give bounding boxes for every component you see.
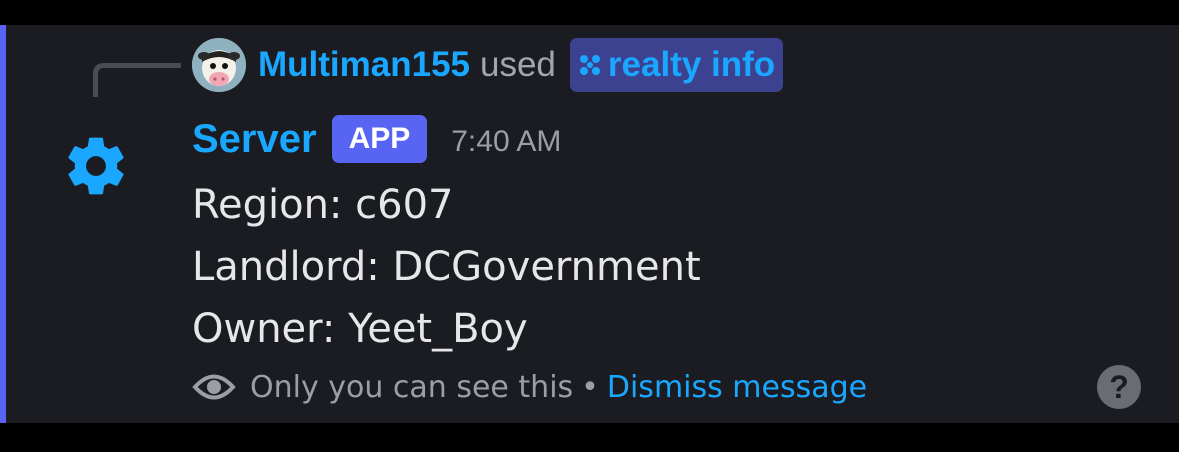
reply-context[interactable]: Multiman155 used realty info xyxy=(192,37,784,93)
ephemeral-footer: Only you can see this • Dismiss message xyxy=(192,365,867,409)
author-name[interactable]: Server xyxy=(192,117,317,162)
message-line-region: Region: c607 xyxy=(192,182,454,228)
reply-connector xyxy=(93,63,181,97)
gear-icon[interactable] xyxy=(62,132,130,200)
command-mention[interactable]: realty info xyxy=(569,38,784,92)
app-command-icon xyxy=(579,55,600,75)
message-header: Server APP 7:40 AM xyxy=(192,113,561,165)
ephemeral-message: Multiman155 used realty info Server APP … xyxy=(0,25,1179,423)
reply-used-text: used xyxy=(480,45,556,84)
reply-username[interactable]: Multiman155 xyxy=(258,45,470,85)
app-badge: APP xyxy=(331,115,428,163)
dismiss-message-link[interactable]: Dismiss message xyxy=(607,370,867,405)
message-line-landlord: Landlord: DCGovernment xyxy=(192,244,701,290)
eye-icon xyxy=(192,374,236,400)
message-line-owner: Owner: Yeet_Boy xyxy=(192,306,528,352)
reply-user-avatar[interactable] xyxy=(192,38,246,92)
highlight-bar xyxy=(0,25,6,423)
help-icon[interactable]: ? xyxy=(1097,365,1141,409)
timestamp: 7:40 AM xyxy=(451,125,562,158)
command-name[interactable]: realty info xyxy=(608,45,775,85)
ephemeral-text: Only you can see this xyxy=(250,369,574,405)
footer-separator: • xyxy=(581,369,599,405)
